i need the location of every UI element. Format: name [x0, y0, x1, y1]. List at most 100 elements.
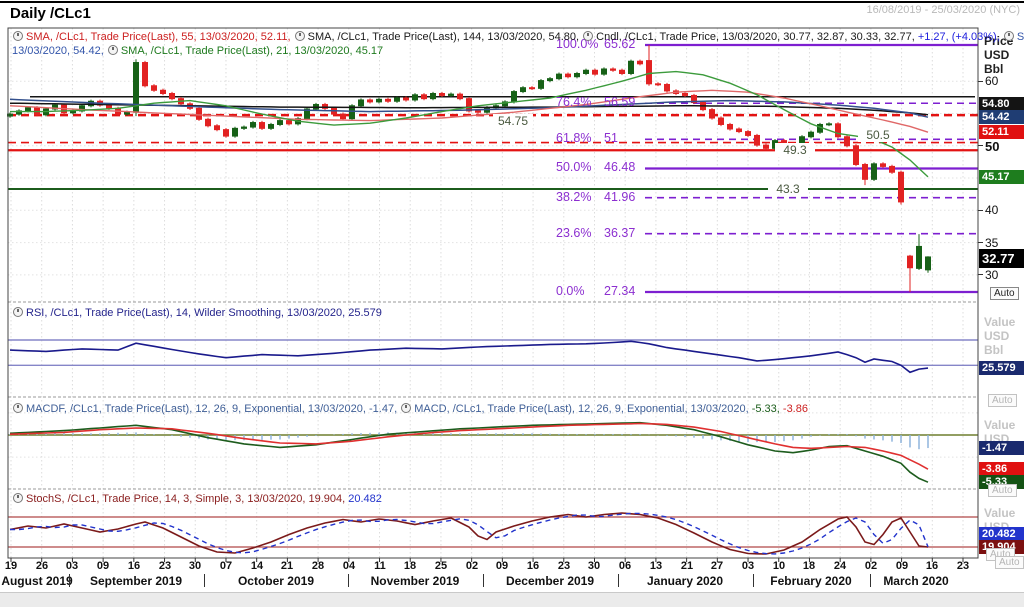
legend-entry[interactable]: SMA, /CLc1, Trade Price(Last), 144, 13/0…	[294, 31, 583, 43]
auto-scale-button[interactable]: Auto	[988, 394, 1017, 407]
legend-main-row2: 13/03/2020, 54.42, SMA, /CLc1, Trade Pri…	[12, 45, 383, 57]
axis-title: Value	[984, 506, 1015, 520]
legend-entry[interactable]: SMA, /CLc1, Trade Price(Last), 89,	[1003, 31, 1024, 43]
legend-entry[interactable]: MACD, /CLc1, Trade Price(Last), 12, 26, …	[400, 403, 752, 415]
week-tick-label: 02	[460, 560, 484, 572]
labels-layer: 100.0%65.6276.4%56.5961.8%5150.0%46.4838…	[0, 0, 1024, 607]
month-label: March 2020	[846, 574, 986, 588]
axis-title: Value	[984, 418, 1015, 432]
fibonacci-label: 76.4%56.59	[556, 95, 635, 109]
axis-tick-mark	[978, 210, 983, 211]
price-annotation: 50.5	[858, 128, 898, 142]
study-clock-icon	[13, 493, 23, 503]
month-label: December 2019	[480, 574, 620, 588]
legend-text: 13/03/2020, 54.42,	[12, 45, 107, 57]
month-separator	[870, 574, 871, 587]
week-tick-label: 11	[368, 560, 392, 572]
axis-tick-mark	[978, 242, 983, 243]
price-annotation: 49.3	[775, 143, 815, 157]
legend-entry[interactable]: +1.27, (+4.03%),	[918, 31, 1003, 43]
price-badge: -3.86	[979, 462, 1024, 476]
fibonacci-label: 0.0%27.34	[556, 284, 635, 298]
axis-tick-label: 60	[985, 74, 998, 88]
week-tick-label: 02	[859, 560, 883, 572]
legend-entry[interactable]: 13/03/2020, 54.42,	[12, 45, 107, 57]
week-tick-label: 16	[920, 560, 944, 572]
month-separator	[753, 574, 754, 587]
week-tick-label: 21	[275, 560, 299, 572]
week-tick-label: 14	[245, 560, 269, 572]
auto-scale-button[interactable]: Auto	[988, 484, 1017, 497]
week-tick-label: 07	[214, 560, 238, 572]
legend-text: SMA, /CLc1, Trade Price(Last), 144, 13/0…	[308, 31, 583, 43]
week-tick-label: 16	[521, 560, 545, 572]
axis-title: USD	[984, 48, 1009, 62]
week-tick-label: 19	[0, 560, 23, 572]
legend-macd: MACDF, /CLc1, Trade Price(Last), 12, 26,…	[12, 403, 808, 415]
axis-title: USD	[984, 329, 1009, 343]
week-tick-label: 18	[398, 560, 422, 572]
month-separator	[483, 574, 484, 587]
week-tick-label: 23	[552, 560, 576, 572]
week-tick-label: 18	[797, 560, 821, 572]
fibonacci-label: 38.2%41.96	[556, 190, 635, 204]
axis-title: Bbl	[984, 343, 1003, 357]
legend-entry[interactable]: StochS, /CLc1, Trade Price, 14, 3, Simpl…	[12, 493, 348, 505]
fibonacci-label: 61.8%51	[556, 131, 618, 145]
legend-text: Cndl, /CLc1, Trade Price, 13/03/2020, 30…	[596, 31, 918, 43]
legend-entry[interactable]: SMA, /CLc1, Trade Price(Last), 55, 13/03…	[12, 31, 294, 43]
legend-entry[interactable]: Cndl, /CLc1, Trade Price, 13/03/2020, 30…	[582, 31, 918, 43]
week-tick-label: 03	[736, 560, 760, 572]
month-label: January 2020	[615, 574, 755, 588]
study-clock-icon	[295, 31, 305, 41]
legend-text: SMA, /CLc1, Trade Price(Last), 21, 13/03…	[121, 45, 383, 57]
week-tick-label: 03	[60, 560, 84, 572]
legend-entry[interactable]: -5.33,	[752, 403, 783, 415]
legend-text: MACDF, /CLc1, Trade Price(Last), 12, 26,…	[26, 403, 400, 415]
auto-scale-button[interactable]: Auto	[990, 287, 1019, 300]
price-badge: 20.482	[979, 527, 1024, 541]
price-badge: 54.80	[979, 97, 1024, 111]
bottom-strip	[0, 592, 1024, 607]
legend-entry[interactable]: MACDF, /CLc1, Trade Price(Last), 12, 26,…	[12, 403, 400, 415]
fibonacci-label: 23.6%36.37	[556, 226, 635, 240]
legend-entry[interactable]: SMA, /CLc1, Trade Price(Last), 21, 13/03…	[107, 45, 383, 57]
study-clock-icon	[1004, 31, 1014, 41]
month-label: October 2019	[206, 574, 346, 588]
legend-text: SMA, /CLc1, Trade Price(Last), 55, 13/03…	[26, 31, 294, 43]
price-badge: 32.77	[979, 249, 1024, 268]
month-separator	[348, 574, 349, 587]
week-tick-label: 27	[705, 560, 729, 572]
week-tick-label: 09	[91, 560, 115, 572]
axis-tick-mark	[978, 274, 983, 275]
fibonacci-label: 50.0%46.48	[556, 160, 635, 174]
week-tick-label: 04	[337, 560, 361, 572]
week-tick-label: 09	[490, 560, 514, 572]
price-badge: 54.42	[979, 110, 1024, 124]
legend-stoch: StochS, /CLc1, Trade Price, 14, 3, Simpl…	[12, 493, 382, 505]
legend-entry[interactable]: 20.482	[348, 493, 382, 505]
legend-main-row1: SMA, /CLc1, Trade Price(Last), 55, 13/03…	[12, 31, 1024, 43]
axis-tick-mark	[978, 81, 983, 82]
price-badge: 45.17	[979, 170, 1024, 184]
legend-entry[interactable]: -3.86	[783, 403, 808, 415]
legend-entry[interactable]: RSI, /CLc1, Trade Price(Last), 14, Wilde…	[12, 307, 382, 319]
week-tick-label: 30	[183, 560, 207, 572]
auto-scale-button[interactable]: Auto	[995, 556, 1024, 569]
week-tick-label: 16	[122, 560, 146, 572]
week-tick-label: 23	[153, 560, 177, 572]
legend-text: RSI, /CLc1, Trade Price(Last), 14, Wilde…	[26, 307, 382, 319]
axis-title: Value	[984, 315, 1015, 329]
legend-text: -5.33,	[752, 403, 783, 415]
legend-text: +1.27, (+4.03%),	[918, 31, 1003, 43]
week-tick-label: 13	[644, 560, 668, 572]
study-clock-icon	[13, 31, 23, 41]
axis-tick-mark	[978, 145, 983, 146]
price-badge: 52.11	[979, 125, 1024, 139]
axis-tick-label: 40	[985, 203, 998, 217]
month-separator	[618, 574, 619, 587]
week-tick-label: 26	[30, 560, 54, 572]
month-label: November 2019	[345, 574, 485, 588]
price-badge: 25.579	[979, 361, 1024, 375]
month-separator	[204, 574, 205, 587]
